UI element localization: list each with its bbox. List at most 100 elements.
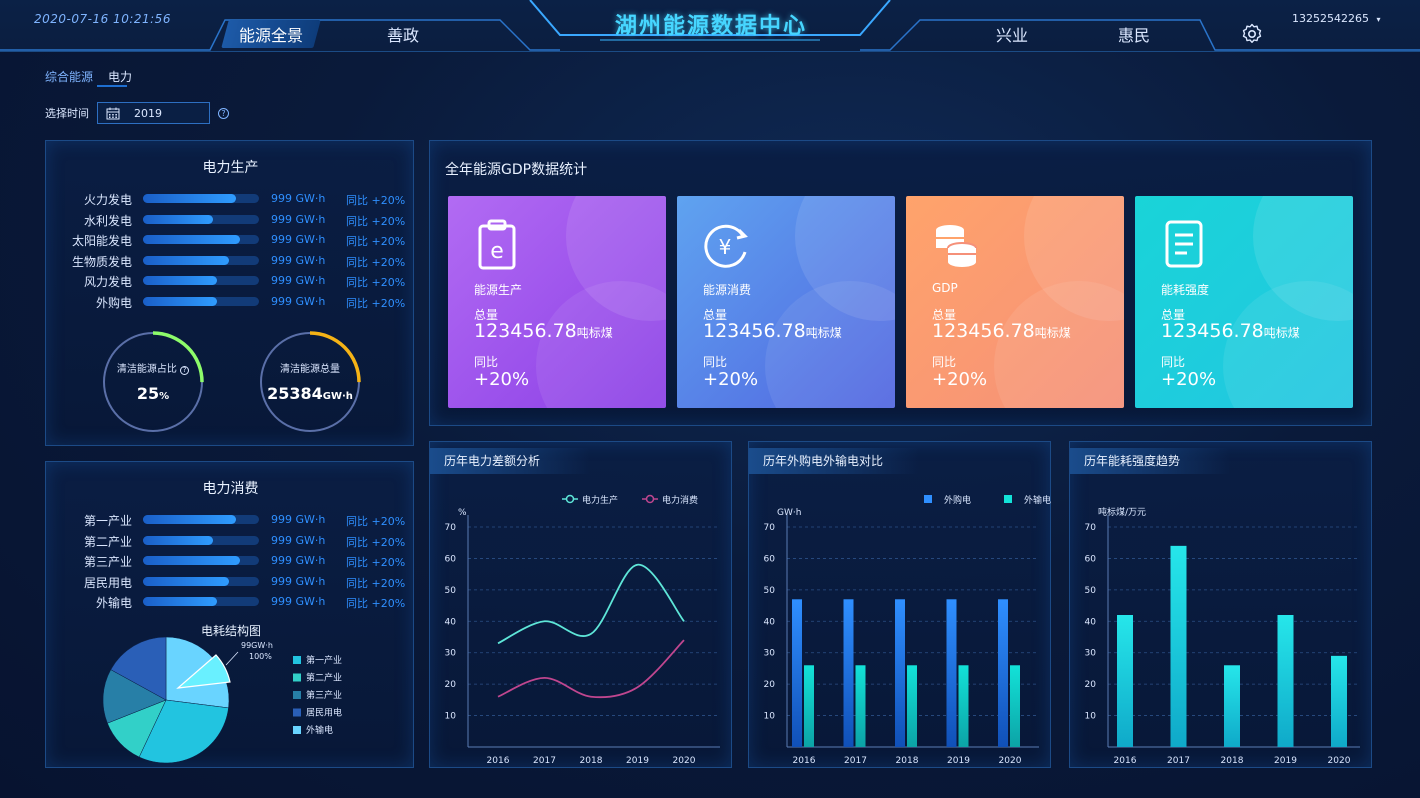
x-tick-label: 2020 [999,756,1022,766]
x-tick-label: 2020 [1328,756,1351,766]
stat-bar-fill [143,535,213,545]
stat-bar-track [143,556,259,566]
card-decoration [994,281,1124,408]
legend-label: 外输电 [306,724,333,736]
pie-callout-value: 99GW·h [241,641,273,650]
subtab-underline [97,85,127,87]
stat-bar-track [143,597,259,607]
kpi-yoy-label: 同比 [932,355,957,369]
x-tick-label: 2016 [487,756,510,766]
x-tick-label: 2017 [533,756,556,766]
year-value: 2019 [134,106,162,120]
stat-value: 999 GW·h [271,554,326,568]
y-tick-label: 70 [764,523,776,533]
year-picker[interactable]: 2019 [97,102,210,124]
legend-label: 第一产业 [306,654,342,666]
x-tick-label: 2019 [626,756,649,766]
bar [1277,615,1294,747]
kpi-yoy-label: 同比 [1161,355,1186,369]
stat-label: 太阳能发电 [71,234,132,249]
stat-row: 居民用电 999 GW·h 同比 +20% [46,573,414,591]
stat-bar-fill [143,214,213,224]
help-icon[interactable]: ? [180,366,190,375]
subtab-electricity[interactable]: 电力 [108,68,132,85]
legend-swatch [293,708,301,717]
tab-industry[interactable]: 兴业 [996,22,1028,46]
bar [804,665,814,747]
kpi-card[interactable]: e 能源生产 总量 123456.78吨标煤 同比 +20% [448,196,666,408]
y-tick-label: 10 [445,712,457,722]
legend-label: 第二产业 [306,672,342,684]
stat-yoy: 同比 +20% [346,235,406,249]
stat-bar-fill [143,297,218,306]
kpi-yoy: +20% [703,369,759,390]
stat-label: 外输电 [95,596,132,611]
stat-row: 第三产业 999 GW·h 同比 +20% [46,552,414,570]
kpi-card[interactable]: ¥ 能源消费 总量 123456.78吨标煤 同比 +20% [677,196,895,408]
gdp-stats-panel: 全年能源GDP数据统计 e 能源生产 总量 123456.78吨标煤 同比 +20% ¥ 能源… [429,140,1372,426]
help-icon[interactable]: ? [218,107,229,119]
stat-value: 999 GW·h [271,295,326,308]
stat-bar-track [143,255,259,265]
user-menu[interactable]: 13252542265 ▾ [1292,12,1381,25]
gauge-label: 清洁能源总量 [280,364,340,375]
energy-intensity-chart-panel: 历年能耗强度趋势 10 20 30 40 50 60 70 吨标煤/万元 2016 2017 201… [1069,441,1372,768]
power-consumption-panel: 电力消费 第一产业 999 GW·h 同比 +20% 第二产业 999 GW·h 同比 +… [45,461,414,768]
kpi-total: 123456.78吨标煤 [932,320,1071,342]
x-tick-label: 2016 [1114,756,1137,766]
panel-title: 电力生产 [202,160,259,176]
kpi-card[interactable]: GDP 总量 123456.78吨标煤 同比 +20% [906,196,1124,408]
svg-text:¥: ¥ [719,235,732,259]
stat-bar-track [143,515,259,524]
stat-row: 生物质发电 999 GW·h 同比 +20% [46,252,414,270]
stat-bar-track [143,194,259,203]
y-axis-label: 吨标煤/万元 [1098,506,1146,518]
subtab-integrated-energy[interactable]: 综合能源 [45,68,93,85]
stat-label: 水利发电 [83,213,132,228]
series-line [497,639,685,699]
kpi-name: 能耗强度 [1161,283,1210,297]
tab-energy-overview[interactable]: 能源全景 [221,20,321,48]
stat-row: 外购电 999 GW·h 同比 +20% [46,293,414,311]
tab-label: 能源全景 [239,26,304,45]
stat-value: 999 GW·h [271,274,326,288]
kpi-yoy-label: 同比 [703,355,728,369]
kpi-total: 123456.78吨标煤 [1161,320,1300,342]
stat-yoy: 同比 +20% [346,556,406,570]
stat-bar-fill [143,255,229,265]
y-tick-label: 70 [445,523,457,533]
tab-welfare[interactable]: 惠民 [1118,22,1150,46]
card-decoration [1223,281,1353,408]
kpi-total: 123456.78吨标煤 [474,320,613,342]
legend-marker [645,494,655,504]
stat-bar-track [143,576,259,586]
legend-swatch [1004,495,1012,503]
kpi-card[interactable]: 能耗强度 总量 123456.78吨标煤 同比 +20% [1135,196,1353,408]
power-diff-chart-panel: 历年电力差额分析 10 20 30 40 50 60 70% 2016 2017 2018 2019… [429,441,732,768]
stat-row: 水利发电 999 GW·h 同比 +20% [46,211,414,229]
stat-value: 999 GW·h [271,233,326,247]
stat-row: 火力发电 999 GW·h 同比 +20% [46,190,414,208]
stat-bar-track [143,535,259,545]
yen-refresh-icon: ¥ [704,224,748,268]
stat-value: 999 GW·h [271,595,326,609]
stat-value: 999 GW·h [271,212,326,226]
y-axis-label: GW·h [777,508,801,518]
x-tick-label: 2018 [896,756,919,766]
stat-bar-fill [143,194,236,203]
stat-bar-track [143,297,259,306]
bar [946,599,957,747]
x-tick-label: 2018 [580,756,603,766]
gear-icon[interactable] [1240,22,1264,46]
gauge-label: 清洁能源占比 ? [101,360,205,375]
gauge-value: 25% [136,384,170,403]
bar [855,665,866,747]
stat-yoy: 同比 +20% [346,214,406,228]
purchase-vs-export-chart-panel: 历年外购电外输电对比 10 20 30 40 50 60 70 GW·h 2016 2017 201… [748,441,1051,768]
y-tick-label: 30 [445,649,457,659]
purchase-vs-export-bar-chart: 10 20 30 40 50 60 70GW·h 2016 2017 2018 2019 2020 外购… [764,494,1051,766]
tab-governance[interactable]: 善政 [387,22,419,46]
stat-bar-fill [143,515,236,524]
stat-bar-fill [143,576,229,586]
time-filter: 选择时间 2019 ? [45,102,229,124]
